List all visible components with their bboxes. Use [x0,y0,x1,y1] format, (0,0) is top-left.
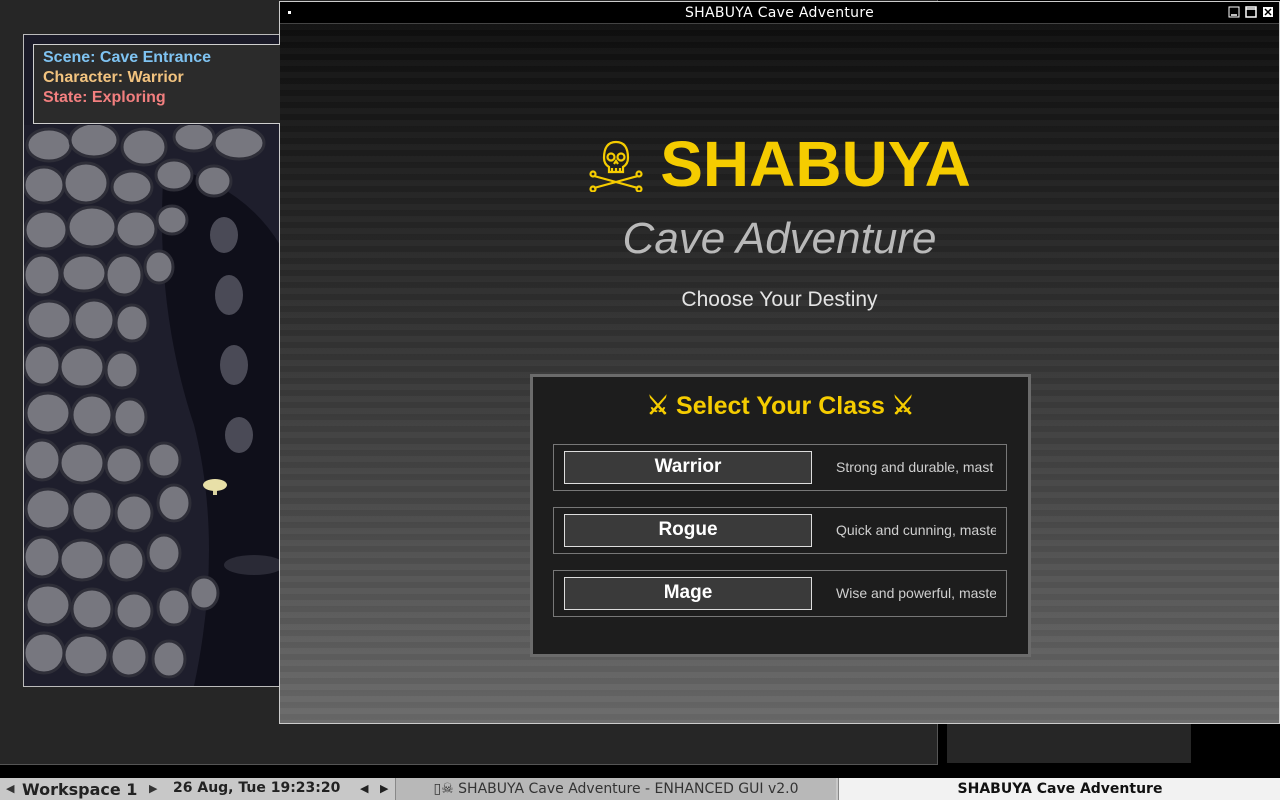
rogue-description: Quick and cunning, maste [836,522,996,538]
class-row-mage: Mage Wise and powerful, maste [553,570,1007,617]
task-prev-icon[interactable]: ◀ [360,782,368,795]
status-panel: Scene: Cave Entrance Character: Warrior … [33,44,280,124]
game-viewport: Scene: Cave Entrance Character: Warrior … [23,34,281,687]
warrior-button[interactable]: Warrior [564,451,812,484]
game-subtitle: Cave Adventure [622,214,937,263]
window-content: SHABUYA Cave Adventure Choose Your Desti… [280,24,1279,723]
scene-status: Scene: Cave Entrance [43,49,212,66]
workspace-next-icon[interactable]: ▶ [149,782,157,795]
class-selection-panel: ⚔ Select Your Class ⚔ Warrior Strong and… [530,374,1031,657]
window-title: SHABUYA Cave Adventure [684,5,875,21]
warrior-description: Strong and durable, mast [836,459,994,475]
maximize-icon[interactable] [1245,6,1257,18]
background-side-panel [947,722,1191,763]
tagline: Choose Your Destiny [681,288,878,311]
state-status: State: Exploring [43,89,166,106]
game-logo: SHABUYA [280,122,1279,206]
rogue-button[interactable]: Rogue [564,514,812,547]
minimize-icon[interactable] [1228,6,1240,18]
workspace-prev-icon[interactable]: ◀ [6,782,14,795]
workspace-label[interactable]: Workspace 1 [22,780,137,799]
game-title: SHABUYA [660,128,971,200]
mage-description: Wise and powerful, maste [836,585,996,601]
character-status: Character: Warrior [43,69,184,86]
window-titlebar[interactable]: SHABUYA Cave Adventure [280,2,1279,24]
close-icon[interactable] [1262,6,1274,18]
taskbar-item-enhanced-gui[interactable]: ▯☠ SHABUYA Cave Adventure - ENHANCED GUI… [395,778,836,800]
task-next-icon[interactable]: ▶ [380,782,388,795]
clock: 26 Aug, Tue 19:23:20 [173,780,341,796]
mage-button[interactable]: Mage [564,577,812,610]
main-game-window: SHABUYA Cave Adventure SHABUYA Cave Adve… [279,1,1280,724]
class-row-warrior: Warrior Strong and durable, mast [553,444,1007,491]
taskbar: ◀ Workspace 1 ▶ 26 Aug, Tue 19:23:20 ◀ ▶… [0,778,1280,800]
class-row-rogue: Rogue Quick and cunning, maste [553,507,1007,554]
class-selection-heading: ⚔ Select Your Class ⚔ [646,392,915,420]
taskbar-item-cave-adventure[interactable]: SHABUYA Cave Adventure [838,778,1280,800]
skull-crossbones-icon [589,140,643,192]
cave-scene-image [24,125,280,686]
